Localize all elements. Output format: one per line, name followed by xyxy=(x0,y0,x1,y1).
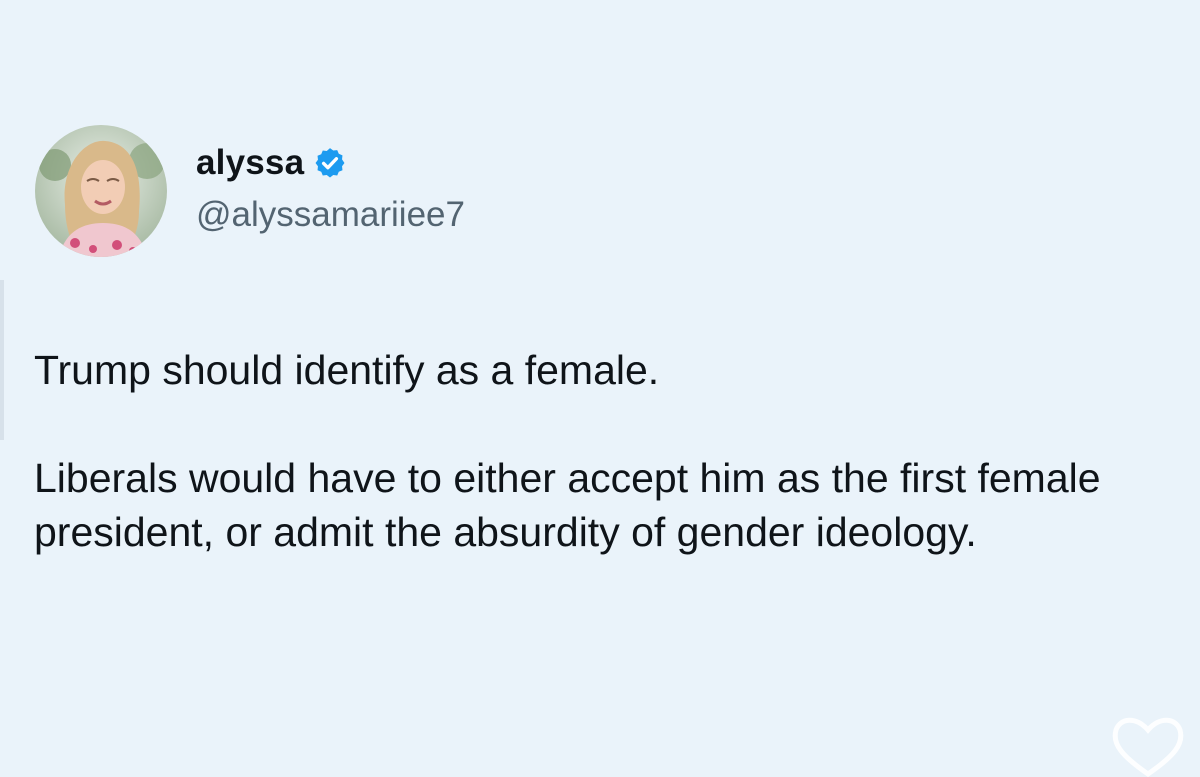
tweet-screenshot: alyssa @alyssamariiee7 Trump should iden… xyxy=(0,0,1200,777)
verified-badge-icon xyxy=(313,146,347,180)
avatar[interactable] xyxy=(35,125,167,257)
tweet-paragraph-2: Liberals would have to either accept him… xyxy=(34,455,1101,555)
user-handle[interactable]: @alyssamariiee7 xyxy=(196,195,465,235)
heart-outline-icon xyxy=(1108,712,1188,777)
tweet-text: Trump should identify as a female. Liber… xyxy=(34,343,1154,559)
user-info: alyssa @alyssamariiee7 xyxy=(196,141,465,235)
edge-shadow xyxy=(0,280,4,440)
display-name-row: alyssa xyxy=(196,141,465,185)
tweet-header: alyssa @alyssamariiee7 xyxy=(35,125,465,257)
avatar-photo-icon xyxy=(35,125,167,257)
tweet-paragraph-1: Trump should identify as a female. xyxy=(34,347,660,393)
display-name[interactable]: alyssa xyxy=(196,143,304,183)
